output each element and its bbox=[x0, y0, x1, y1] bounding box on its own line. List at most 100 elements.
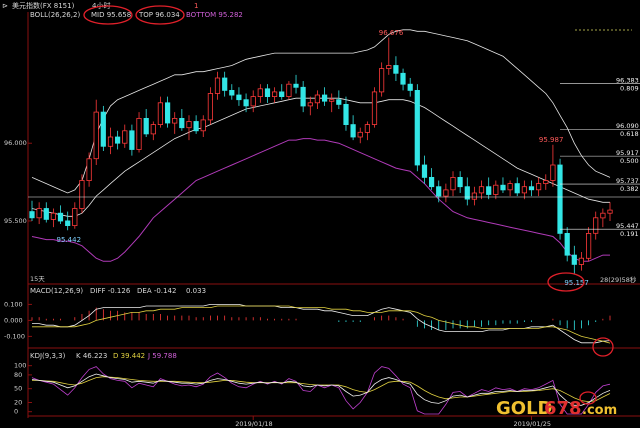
candle-body bbox=[264, 88, 271, 98]
fibonacci-levels: 96.3830.80996.0900.61895.9170.50095.7370… bbox=[560, 77, 640, 238]
boll-mid-line bbox=[31, 97, 610, 217]
candle-body bbox=[271, 91, 278, 98]
kdj-tick-label: 80 bbox=[14, 371, 22, 379]
svg-text:678: 678 bbox=[544, 398, 582, 419]
candle-body bbox=[414, 90, 420, 166]
macd-cross-ellipse bbox=[592, 337, 614, 357]
candle-body bbox=[550, 164, 556, 181]
candle-body bbox=[307, 102, 313, 107]
candle-body bbox=[222, 77, 228, 91]
candle-body bbox=[279, 91, 285, 98]
candle-body bbox=[72, 208, 78, 227]
candle-body bbox=[471, 192, 478, 200]
candle-body bbox=[343, 104, 349, 126]
fib-level-price: 95.737 bbox=[616, 177, 639, 185]
svg-text:.com: .com bbox=[582, 403, 617, 418]
macd-tick-label: 0.100 bbox=[4, 300, 23, 308]
candle-body bbox=[378, 68, 385, 93]
candle-body bbox=[436, 186, 442, 197]
fib-level-ratio: 0.191 bbox=[620, 230, 639, 238]
candle-body bbox=[536, 183, 542, 191]
candle-body bbox=[200, 119, 206, 132]
count-label: 15天 bbox=[30, 275, 45, 283]
macd-dea-label: DEA -0.142 bbox=[137, 287, 176, 295]
macd-dea-line bbox=[32, 305, 611, 344]
candle-body bbox=[214, 77, 221, 94]
candle-body bbox=[286, 83, 292, 97]
candle-body bbox=[136, 118, 142, 150]
candle-body bbox=[578, 257, 585, 265]
kdj-tick-label: 50 bbox=[14, 385, 22, 393]
annotation-high: 96.676 bbox=[379, 29, 404, 37]
candle-body bbox=[250, 96, 256, 107]
candle-body bbox=[321, 94, 328, 102]
candle-body bbox=[407, 83, 413, 91]
candle-body bbox=[29, 211, 35, 219]
fib-level-ratio: 0.500 bbox=[620, 157, 639, 165]
candle-body bbox=[143, 118, 149, 135]
candle-body bbox=[186, 121, 192, 129]
candle-body bbox=[486, 186, 492, 195]
fib-level-ratio: 0.382 bbox=[620, 185, 639, 193]
boll-bands bbox=[31, 29, 611, 262]
candle-body bbox=[478, 186, 485, 194]
candle-body bbox=[564, 232, 570, 256]
macd-series bbox=[31, 303, 611, 344]
annotation-mid-high: 95.987 bbox=[539, 136, 564, 144]
macd-diff-label: DIFF -0.126 bbox=[90, 287, 131, 295]
candle-body bbox=[493, 184, 499, 195]
boll-top-line bbox=[31, 29, 611, 194]
candle-body bbox=[107, 136, 114, 147]
candle-body bbox=[65, 220, 71, 226]
candle-body bbox=[457, 176, 463, 188]
price-tick-label: 95.500 bbox=[4, 217, 27, 225]
candle-body bbox=[507, 183, 513, 191]
fib-level-ratio: 0.809 bbox=[620, 85, 639, 93]
candle-body bbox=[428, 176, 435, 188]
annotation-low-right: 95.157 bbox=[564, 279, 589, 287]
candle-body bbox=[100, 111, 106, 147]
candle-body bbox=[350, 124, 356, 138]
header-badge: 1 bbox=[194, 2, 198, 10]
chart-title: 美元指数(FX 8151) bbox=[12, 1, 75, 10]
candle-body bbox=[400, 72, 406, 85]
fib-level-ratio: 0.618 bbox=[620, 130, 639, 138]
candle-body bbox=[257, 88, 263, 98]
candle-body bbox=[243, 99, 249, 107]
candle-body bbox=[571, 254, 577, 265]
macd-value-label: 0.033 bbox=[186, 287, 206, 295]
kdj-k-label: K 46.223 bbox=[76, 352, 107, 360]
kdj-tick-label: 0 bbox=[14, 408, 18, 416]
candle-body bbox=[514, 183, 520, 194]
candle-body bbox=[450, 176, 456, 191]
candle-body bbox=[293, 83, 299, 88]
candle-body bbox=[157, 102, 163, 126]
candle-body bbox=[386, 65, 392, 69]
macd-label: MACD(12,26,9) bbox=[30, 287, 83, 295]
boll-label: BOLL(26,26,2) bbox=[30, 11, 80, 19]
candle-body bbox=[193, 121, 199, 132]
candle-body bbox=[557, 164, 563, 234]
macd-diff-line bbox=[32, 303, 611, 344]
candle-body bbox=[79, 180, 85, 209]
candle-body bbox=[122, 130, 128, 144]
candle-body bbox=[421, 164, 428, 178]
candle-body bbox=[164, 102, 171, 124]
candle-body bbox=[393, 65, 399, 74]
candle-body bbox=[600, 212, 606, 219]
candle-body bbox=[229, 90, 235, 96]
fib-level-price: 96.383 bbox=[616, 77, 639, 85]
fib-level-price: 95.917 bbox=[616, 149, 639, 157]
annotation-low-left: 95.442 bbox=[57, 236, 82, 244]
macd-tick-label: -0.100 bbox=[4, 332, 25, 340]
kdj-j-label: J 59.788 bbox=[147, 352, 177, 360]
kdj-axis-ticks: 10080 50 20 0 bbox=[14, 362, 32, 416]
kdj-tick-label: 100 bbox=[14, 362, 26, 370]
candle-body bbox=[593, 217, 599, 234]
watermark-logo: GOLD 678 .com bbox=[496, 398, 617, 419]
candle-body bbox=[314, 94, 321, 104]
candle-body bbox=[236, 94, 242, 101]
boll-bottom-line bbox=[31, 138, 610, 262]
candle-body bbox=[129, 130, 135, 150]
candle-body bbox=[50, 212, 57, 220]
